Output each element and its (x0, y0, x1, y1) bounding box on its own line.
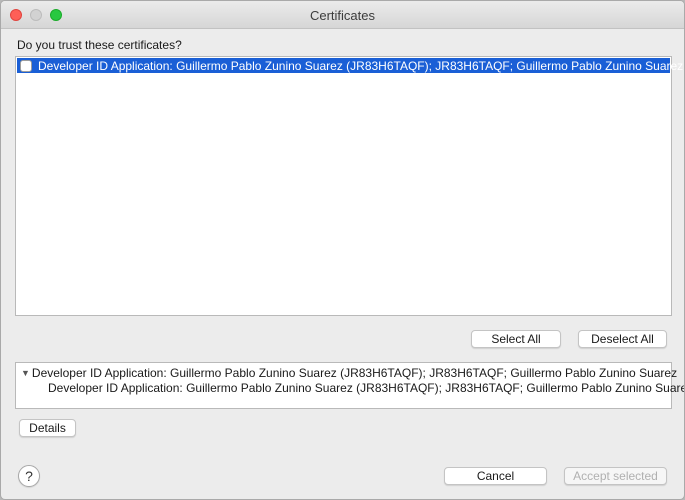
question-mark-icon[interactable]: ? (18, 465, 40, 487)
window-title: Certificates (309, 8, 376, 23)
tree-item-parent[interactable]: ▼ Developer ID Application: Guillermo Pab… (21, 366, 677, 380)
tree-item-child-label: Developer ID Application: Guillermo Pabl… (48, 381, 685, 395)
help-button-label: ? (25, 468, 33, 484)
certificate-label: Developer ID Application: Guillermo Pabl… (38, 58, 684, 73)
tree-item-child[interactable]: Developer ID Application: Guillermo Pabl… (48, 381, 685, 395)
title-bar: Certificates (1, 1, 684, 29)
deselect-all-button[interactable]: Deselect All (578, 330, 667, 348)
select-all-button[interactable]: Select All (471, 330, 561, 348)
cancel-button[interactable]: Cancel (444, 467, 547, 485)
certificate-row[interactable]: Developer ID Application: Guillermo Pabl… (17, 58, 683, 73)
triangle-down-icon[interactable]: ▼ (21, 368, 30, 378)
certificates-dialog: Certificates Do you trust these certific… (0, 0, 685, 500)
details-button[interactable]: Details (19, 419, 76, 437)
certificate-checkbox[interactable] (20, 59, 32, 72)
certificate-list[interactable]: Developer ID Application: Guillermo Pabl… (15, 56, 683, 316)
tree-item-parent-label: Developer ID Application: Guillermo Pabl… (31, 366, 678, 380)
trust-prompt: Do you trust these certificates? (17, 38, 182, 52)
accept-selected-button[interactable]: Accept selected (564, 467, 667, 485)
certificate-details-tree: ▼ Developer ID Application: Guillermo Pab… (15, 362, 684, 409)
